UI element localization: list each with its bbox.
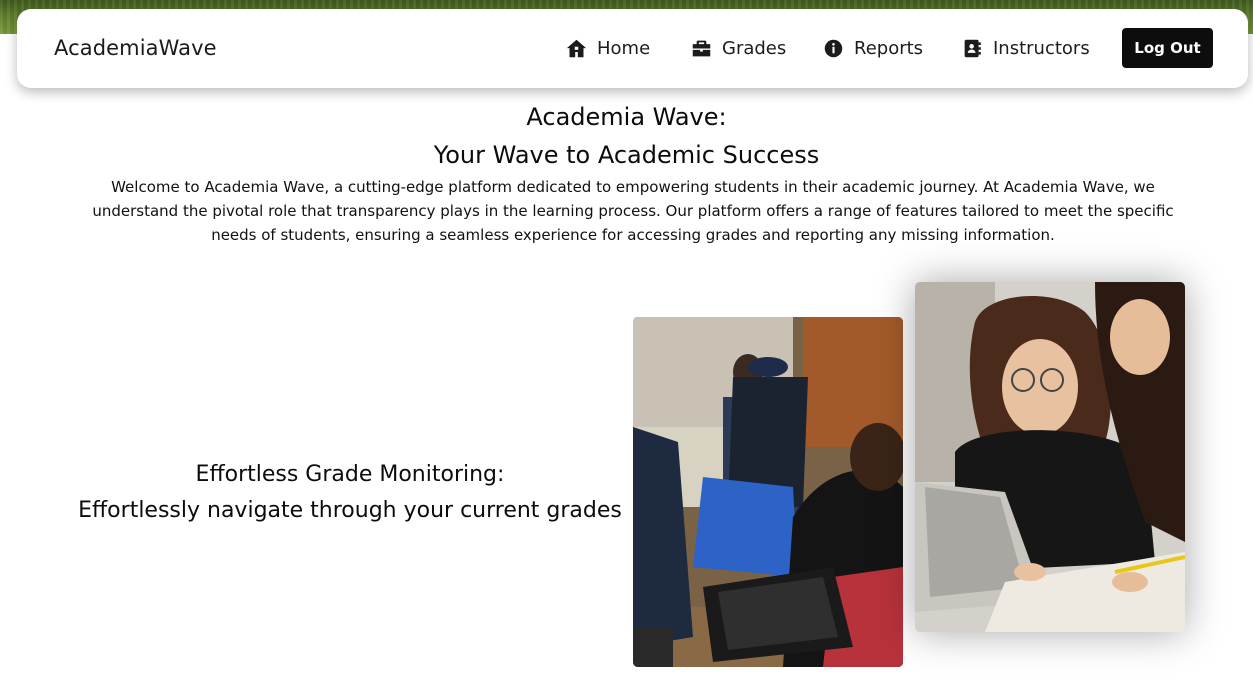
- navbar: AcademiaWave Home Grades Reports Instruc…: [17, 9, 1248, 88]
- hero-subtitle: Your Wave to Academic Success: [433, 141, 820, 169]
- address-book-icon: [962, 38, 983, 59]
- students-studying-photo: [915, 282, 1185, 632]
- hero-title: Academia Wave:: [526, 103, 727, 131]
- briefcase-icon: [691, 38, 712, 59]
- info-circle-icon: [823, 38, 844, 59]
- intro-paragraph: Welcome to Academia Wave, a cutting-edge…: [92, 178, 1174, 244]
- nav-reports-label: Reports: [854, 37, 924, 59]
- nav-home-label: Home: [597, 37, 651, 59]
- nav-grades-label: Grades: [722, 37, 787, 59]
- nav-reports[interactable]: Reports: [823, 35, 923, 61]
- logout-button[interactable]: Log Out: [1122, 28, 1213, 68]
- brand-logo-text[interactable]: AcademiaWave: [54, 36, 217, 60]
- nav-instructors-label: Instructors: [993, 37, 1090, 59]
- feature-title: Effortless Grade Monitoring:: [195, 462, 505, 487]
- home-icon: [566, 38, 587, 59]
- students-laptop-photo: [633, 317, 903, 667]
- nav-grades[interactable]: Grades: [691, 35, 786, 61]
- nav-home[interactable]: Home: [566, 35, 650, 61]
- nav-instructors[interactable]: Instructors: [962, 35, 1090, 61]
- feature-subtitle: Effortlessly navigate through your curre…: [78, 498, 622, 523]
